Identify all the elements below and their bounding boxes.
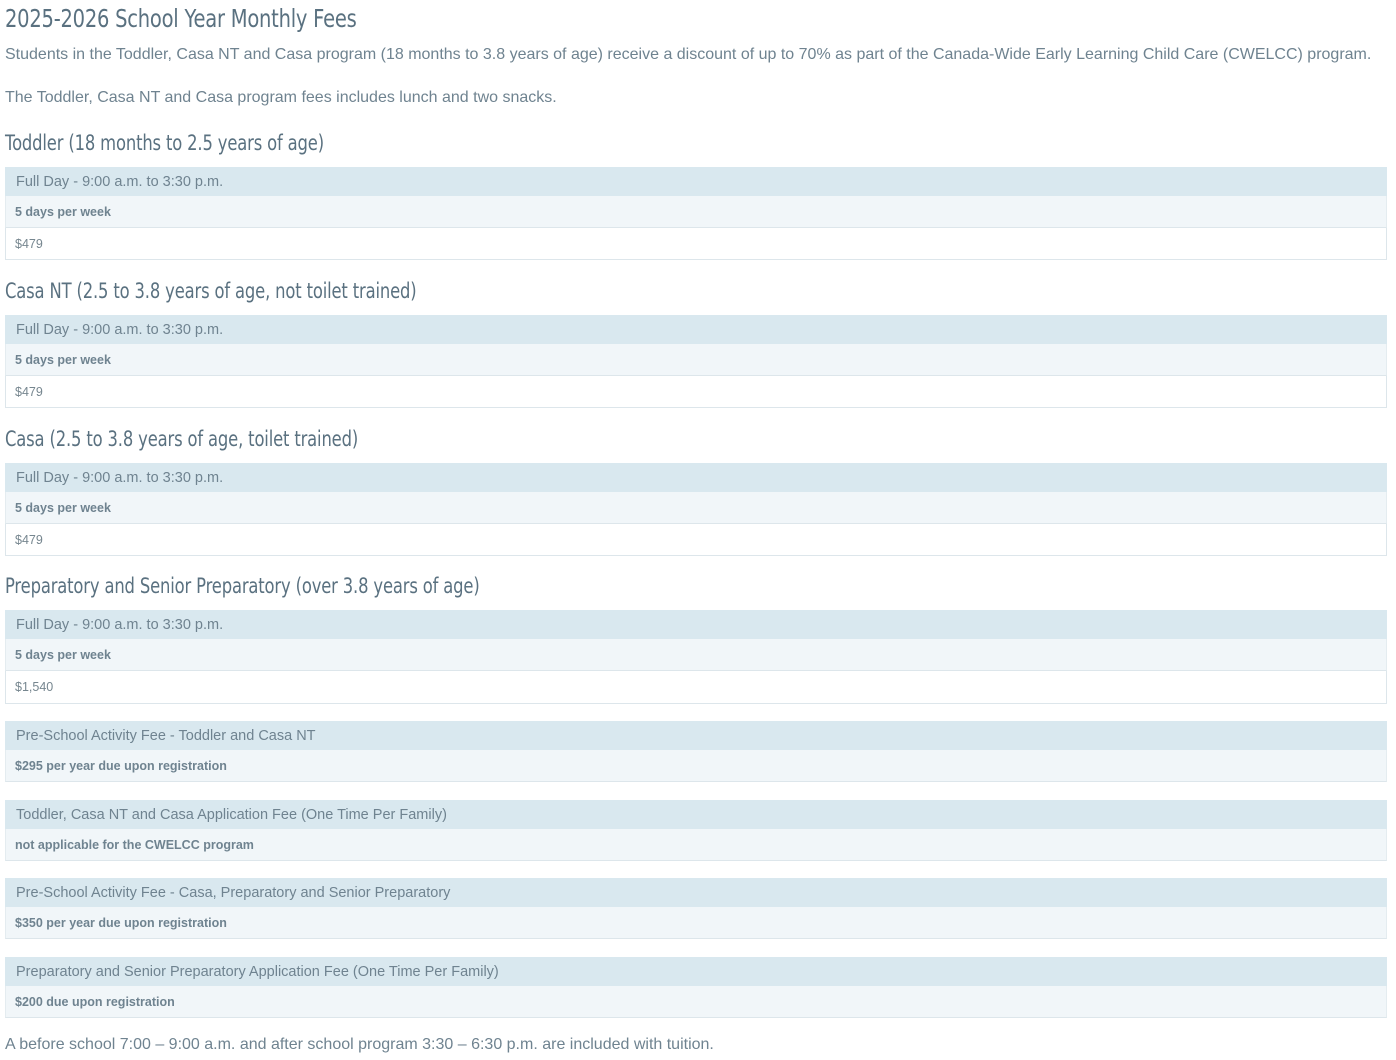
program-schedule: Full Day - 9:00 a.m. to 3:30 p.m. [5, 463, 1387, 492]
fee-block-application-toddler-casa: Toddler, Casa NT and Casa Application Fe… [5, 800, 1387, 861]
program-frequency: 5 days per week [5, 344, 1387, 376]
fee-detail: $295 per year due upon registration [5, 750, 1387, 782]
fee-block-activity-casa-preparatory: Pre-School Activity Fee - Casa, Preparat… [5, 878, 1387, 939]
discount-paragraph: Students in the Toddler, Casa NT and Cas… [5, 46, 1372, 63]
program-price: $479 [5, 524, 1387, 556]
program-heading-casa: Casa (2.5 to 3.8 years of age, toilet tr… [5, 427, 359, 451]
includes-paragraph: The Toddler, Casa NT and Casa program fe… [5, 89, 557, 106]
fee-detail: not applicable for the CWELCC program [5, 829, 1387, 861]
fee-detail: $200 due upon registration [5, 986, 1387, 1018]
program-frequency: 5 days per week [5, 639, 1387, 671]
before-after-school-note: A before school 7:00 – 9:00 a.m. and aft… [5, 1036, 714, 1053]
fee-detail: $350 per year due upon registration [5, 907, 1387, 939]
program-table-casa: Full Day - 9:00 a.m. to 3:30 p.m. 5 days… [5, 463, 1387, 556]
program-frequency: 5 days per week [5, 492, 1387, 524]
fee-block-activity-toddler-casa-nt: Pre-School Activity Fee - Toddler and Ca… [5, 721, 1387, 782]
program-table-preparatory: Full Day - 9:00 a.m. to 3:30 p.m. 5 days… [5, 610, 1387, 704]
program-table-casa-nt: Full Day - 9:00 a.m. to 3:30 p.m. 5 days… [5, 315, 1387, 408]
program-price: $479 [5, 228, 1387, 260]
fee-label: Pre-School Activity Fee - Casa, Preparat… [5, 878, 1387, 907]
fee-label: Toddler, Casa NT and Casa Application Fe… [5, 800, 1387, 829]
program-heading-preparatory: Preparatory and Senior Preparatory (over… [5, 574, 480, 598]
fee-label: Pre-School Activity Fee - Toddler and Ca… [5, 721, 1387, 750]
program-price: $1,540 [5, 671, 1387, 704]
fee-block-application-preparatory: Preparatory and Senior Preparatory Appli… [5, 957, 1387, 1018]
page-title: 2025-2026 School Year Monthly Fees [5, 4, 357, 33]
program-price: $479 [5, 376, 1387, 408]
program-schedule: Full Day - 9:00 a.m. to 3:30 p.m. [5, 610, 1387, 639]
program-table-toddler: Full Day - 9:00 a.m. to 3:30 p.m. 5 days… [5, 167, 1387, 260]
fee-label: Preparatory and Senior Preparatory Appli… [5, 957, 1387, 986]
program-heading-casa-nt: Casa NT (2.5 to 3.8 years of age, not to… [5, 279, 417, 303]
program-heading-toddler: Toddler (18 months to 2.5 years of age) [5, 131, 324, 155]
program-schedule: Full Day - 9:00 a.m. to 3:30 p.m. [5, 315, 1387, 344]
program-schedule: Full Day - 9:00 a.m. to 3:30 p.m. [5, 167, 1387, 196]
program-frequency: 5 days per week [5, 196, 1387, 228]
